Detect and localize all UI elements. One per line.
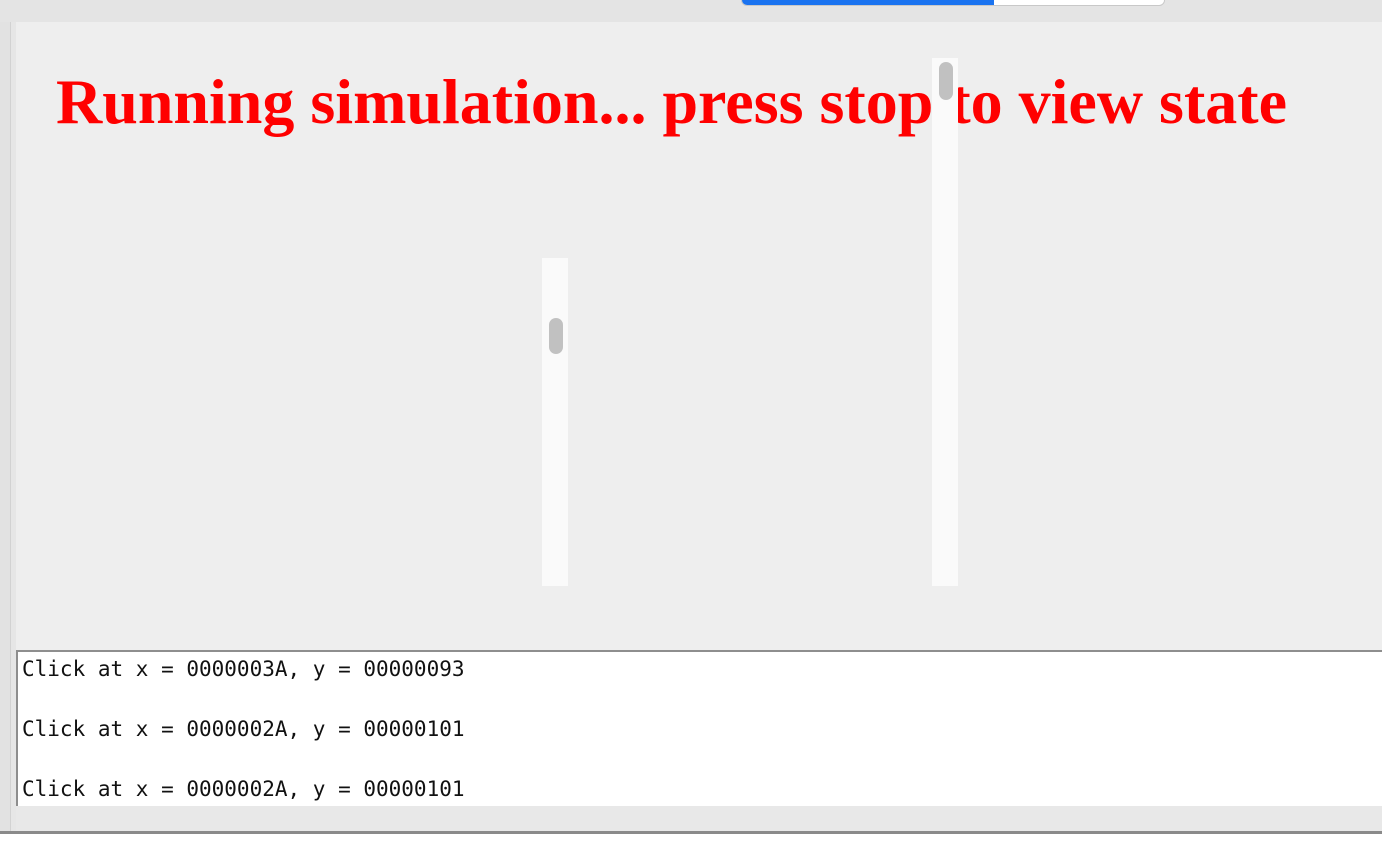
segment-selected[interactable] bbox=[742, 0, 994, 5]
footer-area bbox=[0, 834, 1382, 854]
log-line: Click at x = 0000002A, y = 00000101 bbox=[22, 777, 465, 801]
log-line: Click at x = 0000002A, y = 00000101 bbox=[22, 717, 465, 741]
scrollbar-right-thumb[interactable] bbox=[939, 62, 953, 100]
log-line: Click at x = 0000003A, y = 00000093 bbox=[22, 657, 465, 681]
segmented-control[interactable] bbox=[742, 0, 1164, 5]
scrollbar-left[interactable] bbox=[542, 258, 568, 586]
top-toolbar-strip bbox=[0, 0, 1382, 22]
scrollbar-right[interactable] bbox=[932, 58, 958, 586]
app-window: Running simulation... press stop to view… bbox=[0, 0, 1382, 854]
simulation-status-message: Running simulation... press stop to view… bbox=[56, 66, 1287, 137]
segment-unselected[interactable] bbox=[994, 0, 1164, 5]
left-frame-edge bbox=[0, 22, 10, 832]
bottom-panel bbox=[16, 806, 1382, 832]
left-frame-divider bbox=[10, 22, 11, 832]
click-log-textarea[interactable]: Click at x = 0000003A, y = 00000093 Clic… bbox=[16, 650, 1382, 806]
scrollbar-left-thumb[interactable] bbox=[549, 318, 563, 354]
